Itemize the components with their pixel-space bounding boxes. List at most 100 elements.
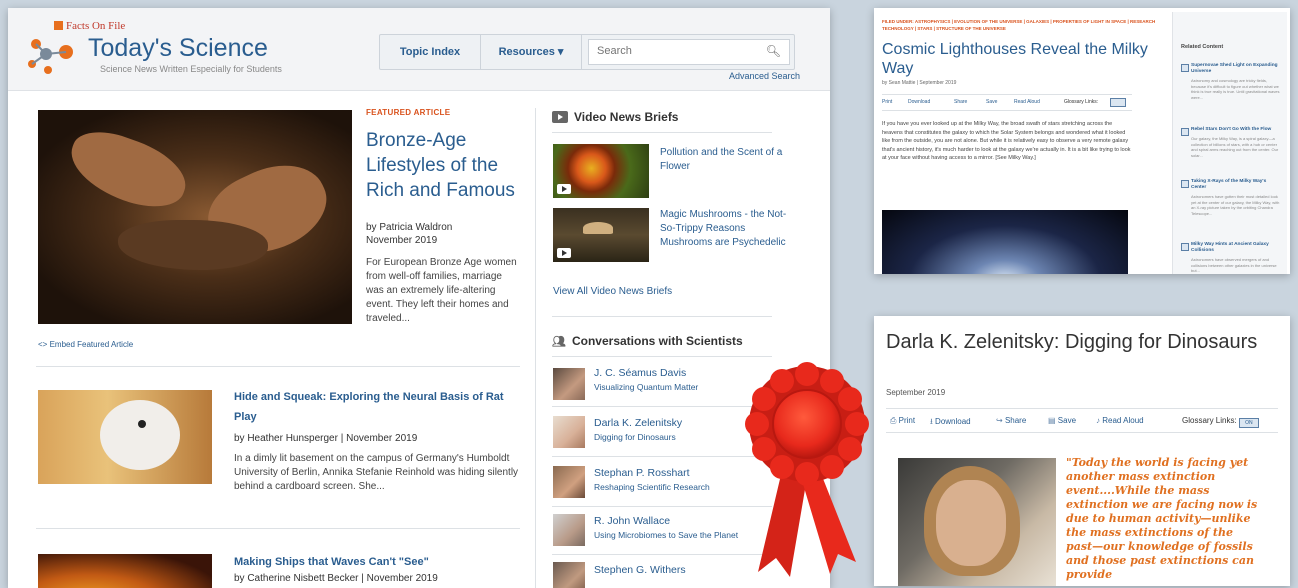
read-aloud-label: Read Aloud xyxy=(1102,416,1144,425)
share-button[interactable]: Share xyxy=(954,99,967,105)
scientist-topic[interactable]: Visualizing Quantum Matter xyxy=(594,382,698,392)
people-icon: 👥︎ xyxy=(552,336,566,348)
view-all-videos-link[interactable]: View All Video News Briefs xyxy=(553,286,672,297)
search-icon[interactable]: 🔍︎ xyxy=(766,44,781,58)
article-title[interactable]: Making Ships that Waves Can't "See" xyxy=(234,552,524,572)
read-aloud-button[interactable]: ♪ Read Aloud xyxy=(1096,416,1144,425)
featured-date: November 2019 xyxy=(366,235,438,246)
related-desc: Astronomers have gotten their most detai… xyxy=(1191,194,1280,216)
divider xyxy=(36,528,520,529)
related-content-sidebar: Related Content Supernovae Shed Light on… xyxy=(1172,12,1287,274)
print-button[interactable]: Print xyxy=(882,99,892,105)
related-title[interactable]: Supernovae Shed Light on Expanding Unive… xyxy=(1191,63,1281,75)
article-icon xyxy=(1181,180,1189,188)
article-icon xyxy=(1181,64,1189,72)
milky-way-image xyxy=(882,210,1128,274)
play-icon[interactable] xyxy=(557,184,571,194)
print-label: Print xyxy=(898,416,916,425)
read-aloud-button[interactable]: Read Aloud xyxy=(1014,99,1040,105)
site-title[interactable]: Today's Science xyxy=(88,34,268,63)
filed-under[interactable]: FILED UNDER: ASTROPHYSICS | EVOLUTION OF… xyxy=(882,18,1172,32)
scientist-photo[interactable] xyxy=(553,466,585,498)
article-image-rat[interactable] xyxy=(38,390,212,484)
nav-bar: Topic Index Resources ▾ 🔍︎ xyxy=(379,34,795,70)
scientist-photo[interactable] xyxy=(553,562,585,588)
featured-label: FEATURED ARTICLE xyxy=(366,108,451,117)
scientist-photo[interactable] xyxy=(553,514,585,546)
video-title[interactable]: Magic Mushrooms - the Not-So-Trippy Reas… xyxy=(660,208,788,250)
article-excerpt: In a dimly lit basement on the campus of… xyxy=(234,453,519,492)
article-title: Cosmic Lighthouses Reveal the Milky Way xyxy=(882,41,1148,77)
glossary-label: Glossary Links: xyxy=(1182,416,1237,425)
scientist-name[interactable]: Stephan P. Rosshart xyxy=(594,467,690,479)
divider xyxy=(552,316,772,317)
divider xyxy=(886,432,1278,433)
scientist-portrait xyxy=(898,458,1056,586)
cosmic-lighthouses-article: FILED UNDER: ASTROPHYSICS | EVOLUTION OF… xyxy=(874,8,1290,274)
search-box: 🔍︎ xyxy=(588,39,790,65)
download-button[interactable]: Download xyxy=(908,99,930,105)
save-button[interactable]: Save xyxy=(986,99,997,105)
site-tagline: Science News Written Especially for Stud… xyxy=(100,64,282,74)
print-icon: ⎙ xyxy=(890,416,897,425)
download-label: Download xyxy=(935,417,971,426)
scientist-name[interactable]: J. C. Séamus Davis xyxy=(594,367,686,379)
brand-publisher: Facts On File xyxy=(54,20,125,32)
related-title[interactable]: Rebel Stars Don't Go With the Flow xyxy=(1191,127,1281,133)
divider xyxy=(882,94,1132,95)
featured-excerpt: For European Bronze Age women from well-… xyxy=(366,257,517,324)
site-header: Facts On File Today's Science Science Ne… xyxy=(8,8,830,91)
conversations-heading-text: Conversations with Scientists xyxy=(571,334,743,348)
topic-index-button[interactable]: Topic Index xyxy=(380,35,481,69)
play-icon[interactable] xyxy=(557,248,571,258)
related-desc: Our galaxy, the Milky Way, is a spiral g… xyxy=(1191,136,1279,158)
embed-featured-link[interactable]: <> Embed Featured Article xyxy=(38,340,133,349)
folder-icon: ▤ xyxy=(1048,416,1056,425)
resources-dropdown[interactable]: Resources ▾ xyxy=(481,35,582,69)
scientist-photo[interactable] xyxy=(553,416,585,448)
save-label: Save xyxy=(1057,416,1077,425)
column-divider xyxy=(535,108,536,588)
download-icon: ⭳ xyxy=(930,417,933,426)
divider xyxy=(552,132,772,133)
share-button[interactable]: ↪ Share xyxy=(996,416,1026,425)
related-title[interactable]: Taking X-Rays of the Milky Way's Center xyxy=(1191,179,1281,191)
save-button[interactable]: ▤ Save xyxy=(1048,416,1076,425)
featured-author: by Patricia Waldron xyxy=(366,222,453,233)
scientist-photo[interactable] xyxy=(553,368,585,400)
glossary-toggle[interactable] xyxy=(1110,98,1126,107)
scientist-name[interactable]: Darla K. Zelenitsky xyxy=(594,417,682,429)
featured-article-image[interactable] xyxy=(38,110,352,324)
related-desc: Astronomy and cosmology are tricky field… xyxy=(1191,78,1280,100)
divider xyxy=(552,356,772,357)
featured-title[interactable]: Bronze-Age Lifestyles of the Rich and Fa… xyxy=(366,128,526,203)
video-briefs-heading: Video News Briefs xyxy=(552,110,678,124)
article-image-waves[interactable] xyxy=(38,554,212,588)
article-body: If you have you ever looked up at the Mi… xyxy=(882,121,1131,161)
download-button[interactable]: ⭳ Download xyxy=(930,416,971,430)
scientist-name[interactable]: R. John Wallace xyxy=(594,515,670,527)
glossary-toggle[interactable]: ON xyxy=(1238,418,1259,428)
scientist-name[interactable]: Stephen G. Withers xyxy=(594,564,686,576)
print-button[interactable]: ⎙ Print xyxy=(890,416,915,426)
conversations-heading: 👥︎ Conversations with Scientists xyxy=(552,334,743,348)
scientist-topic[interactable]: Reshaping Scientific Research xyxy=(594,482,710,492)
video-thumb-mushrooms[interactable] xyxy=(553,208,649,262)
scientist-topic[interactable]: Digging for Dinosaurs xyxy=(594,432,676,442)
scientist-topic[interactable]: Using Microbiomes to Save the Planet xyxy=(594,530,738,540)
interview-date: September 2019 xyxy=(886,388,946,397)
video-thumb-flower[interactable] xyxy=(553,144,649,198)
share-label: Share xyxy=(1004,416,1027,425)
logo-icon[interactable] xyxy=(26,30,78,76)
glossary-links-label: Glossary Links: xyxy=(1064,99,1099,105)
search-input[interactable] xyxy=(589,40,757,62)
related-title[interactable]: Milky Way Hints at Ancient Galaxy Collis… xyxy=(1191,242,1281,254)
interview-quote: "Today the world is facing yet another m… xyxy=(1066,456,1258,581)
video-briefs-heading-text: Video News Briefs xyxy=(574,110,679,124)
video-title[interactable]: Pollution and the Scent of a Flower xyxy=(660,146,788,174)
article-title[interactable]: Hide and Squeak: Exploring the Neural Ba… xyxy=(234,387,524,427)
advanced-search-link[interactable]: Advanced Search xyxy=(729,71,800,81)
article-meta: by Sean Mattie | September 2019 xyxy=(882,80,957,86)
article-icon xyxy=(1181,243,1189,251)
video-icon xyxy=(552,111,568,123)
